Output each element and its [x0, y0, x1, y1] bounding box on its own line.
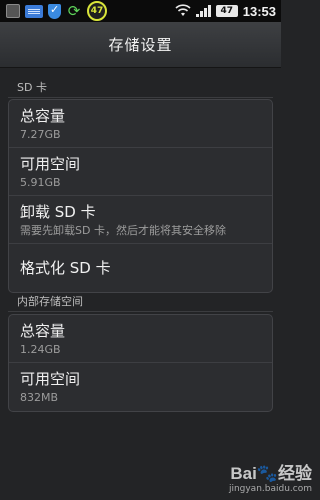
sync-icon: ⟳ [67, 2, 81, 20]
format-sd-card-label: 格式化 SD 卡 [20, 258, 111, 277]
watermark-url: jingyan.baidu.com [228, 484, 312, 494]
unmount-sd-card-label: 卸载 SD 卡 [20, 203, 96, 221]
section-header-internal-storage: 内部存储空间 [0, 292, 281, 312]
notification-count-badge: 47 [87, 1, 107, 21]
wifi-icon [175, 4, 191, 18]
baidu-jingyan-watermark: Bai🐾经验 jingyan.baidu.com [229, 459, 312, 494]
internal-available-space-value: 832MB [20, 391, 59, 404]
sd-total-capacity-label: 总容量 [20, 107, 66, 125]
watermark-suffix: 经验 [278, 464, 312, 483]
unmount-sd-card-summary: 需要先卸载SD 卡，然后才能将其安全移除 [20, 224, 226, 237]
format-sd-card-row[interactable]: 格式化 SD 卡 [9, 244, 272, 292]
internal-total-capacity-label: 总容量 [20, 322, 66, 340]
keyboard-icon [25, 4, 43, 18]
sd-available-space-row[interactable]: 可用空间 5.91GB [9, 148, 272, 196]
sd-total-capacity-value: 7.27GB [20, 128, 61, 141]
internal-storage-group: 总容量 1.24GB 可用空间 832MB [8, 314, 273, 412]
sd-available-space-value: 5.91GB [20, 176, 61, 189]
internal-total-capacity-value: 1.24GB [20, 343, 61, 356]
page-title: 存储设置 [108, 36, 173, 54]
internal-total-capacity-row[interactable]: 总容量 1.24GB [9, 315, 272, 363]
internal-available-space-row[interactable]: 可用空间 832MB [9, 363, 272, 411]
sd-card-group: 总容量 7.27GB 可用空间 5.91GB 卸载 SD 卡 需要先卸载SD 卡… [8, 99, 273, 293]
phone-notification-icon [6, 4, 20, 18]
title-bar: 存储设置 [0, 22, 281, 68]
section-header-sd-card: SD 卡 [0, 78, 281, 98]
signal-strength-icon [195, 5, 211, 17]
clock: 13:53 [242, 3, 276, 19]
sd-total-capacity-row[interactable]: 总容量 7.27GB [9, 100, 272, 148]
paw-icon: 🐾 [256, 464, 278, 483]
battery-indicator: 47 [215, 5, 238, 17]
watermark-text: Bai [230, 464, 257, 483]
internal-available-space-label: 可用空间 [20, 370, 81, 388]
security-shield-icon [48, 3, 61, 19]
status-bar: ⟳ 47 47 13:53 [0, 0, 281, 22]
sd-available-space-label: 可用空间 [20, 155, 81, 173]
unmount-sd-card-row[interactable]: 卸载 SD 卡 需要先卸载SD 卡，然后才能将其安全移除 [9, 196, 272, 244]
